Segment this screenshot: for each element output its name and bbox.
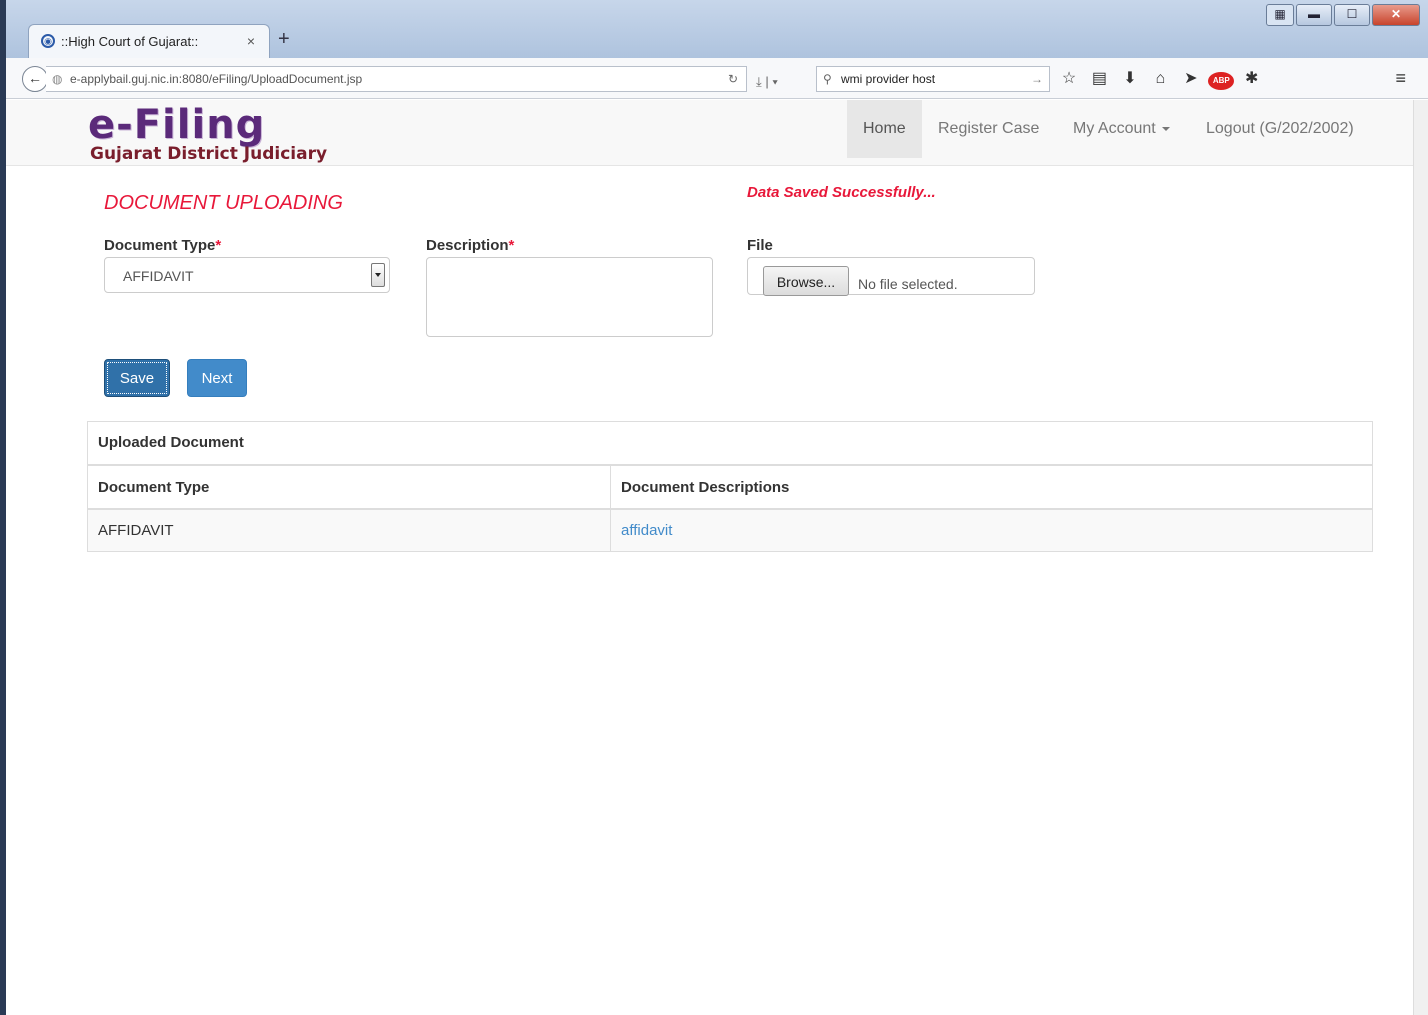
tab-close-icon[interactable]: × — [247, 33, 255, 49]
search-go-icon[interactable]: → — [1031, 67, 1043, 91]
document-type-label: Document Type* — [104, 237, 221, 254]
nav-register-case[interactable]: Register Case — [922, 100, 1055, 158]
description-textarea[interactable] — [426, 257, 713, 337]
bookmark-star-icon[interactable]: ☆ — [1056, 68, 1082, 88]
file-input[interactable]: Browse... No file selected. — [747, 257, 1035, 296]
document-type-value: AFFIDAVIT — [123, 268, 194, 284]
table-row: AFFIDAVIT affidavit — [88, 509, 1372, 551]
reading-list-icon[interactable]: ▤ — [1086, 68, 1112, 88]
site-logo-subtitle: Gujarat District Judiciary — [90, 144, 328, 164]
adblock-badge: ABP — [1208, 72, 1235, 90]
table-header-row: Document Type Document Descriptions — [88, 466, 1372, 510]
window-grid-icon[interactable]: ▦ — [1266, 4, 1294, 26]
save-button[interactable]: Save — [104, 359, 170, 397]
page-scrollbar[interactable] — [1413, 100, 1428, 1015]
send-icon[interactable]: ➤ — [1178, 68, 1204, 88]
document-description-link[interactable]: affidavit — [621, 522, 672, 539]
maximize-button[interactable]: ☐ — [1334, 4, 1370, 26]
chevron-down-icon[interactable] — [371, 263, 385, 287]
description-label: Description* — [426, 237, 514, 254]
description-label-text: Description — [426, 237, 509, 254]
download-icon[interactable]: ⤓ | ▾ — [756, 74, 778, 90]
reload-icon[interactable]: ↻ — [728, 67, 738, 91]
downloads-icon[interactable]: ⬇ — [1117, 68, 1143, 88]
site-header: e-Filing Gujarat District Judiciary Home… — [6, 100, 1414, 166]
home-icon[interactable]: ⌂ — [1147, 70, 1173, 88]
address-bar[interactable]: ◍ e-applybail.guj.nic.in:8080/eFiling/Up… — [46, 66, 747, 92]
nav-my-account[interactable]: My Account — [1057, 100, 1186, 158]
column-header: Document Descriptions — [610, 466, 1372, 510]
site-logo[interactable]: e-Filing — [88, 102, 265, 148]
document-description-cell: affidavit — [610, 509, 1372, 551]
toolbar-icons: ☆ ▤ ⬇ ⌂ ➤ ABP ✱ — [1056, 68, 1265, 90]
file-status: No file selected. — [858, 276, 958, 292]
url-text: e-applybail.guj.nic.in:8080/eFiling/Uplo… — [70, 72, 363, 86]
close-window-button[interactable]: ✕ — [1372, 4, 1420, 26]
search-text: wmi provider host — [841, 72, 936, 86]
globe-icon: ◍ — [52, 72, 63, 86]
chevron-down-icon — [1161, 126, 1170, 131]
window-controls: ▦ ▬ ☐ ✕ — [1264, 4, 1420, 26]
document-type-label-text: Document Type — [104, 237, 216, 254]
page-title: DOCUMENT UPLOADING — [104, 192, 343, 214]
success-message: Data Saved Successfully... — [747, 184, 936, 201]
uploaded-documents-table: Document Type Document Descriptions AFFI… — [88, 466, 1372, 551]
document-type-cell: AFFIDAVIT — [88, 509, 611, 551]
browser-tab[interactable]: ◉ ::High Court of Gujarat:: × — [28, 24, 270, 59]
nav-my-account-label: My Account — [1073, 120, 1156, 137]
tab-title: ::High Court of Gujarat:: — [61, 34, 199, 49]
browser-titlebar: ◉ ::High Court of Gujarat:: × + ▦ ▬ ☐ ✕ — [6, 0, 1428, 59]
search-input[interactable]: ⚲ wmi provider host → — [816, 66, 1050, 92]
search-icon: ⚲ — [823, 72, 832, 86]
browse-button[interactable]: Browse... — [763, 266, 849, 296]
document-type-select[interactable]: AFFIDAVIT — [104, 257, 390, 293]
nav-logout[interactable]: Logout (G/202/2002) — [1190, 100, 1370, 158]
required-mark: * — [215, 237, 222, 254]
site-favicon-icon: ◉ — [41, 34, 55, 48]
extension-icon[interactable]: ✱ — [1239, 68, 1265, 88]
browser-window: ◉ ::High Court of Gujarat:: × + ▦ ▬ ☐ ✕ … — [6, 0, 1428, 1015]
back-arrow-icon[interactable]: ← — [22, 66, 48, 92]
menu-icon[interactable]: ≡ — [1395, 68, 1406, 89]
adblock-icon[interactable]: ABP — [1208, 70, 1235, 90]
next-button[interactable]: Next — [187, 359, 247, 397]
column-header: Document Type — [88, 466, 611, 510]
panel-heading: Uploaded Document — [88, 422, 1372, 466]
file-label: File — [747, 237, 773, 254]
browser-toolbar: ← ◍ e-applybail.guj.nic.in:8080/eFiling/… — [6, 58, 1428, 99]
new-tab-button[interactable]: + — [278, 28, 290, 51]
nav-home[interactable]: Home — [847, 100, 922, 158]
minimize-button[interactable]: ▬ — [1296, 4, 1332, 26]
uploaded-documents-panel: Uploaded Document Document Type Document… — [87, 421, 1373, 552]
required-mark: * — [508, 237, 515, 254]
